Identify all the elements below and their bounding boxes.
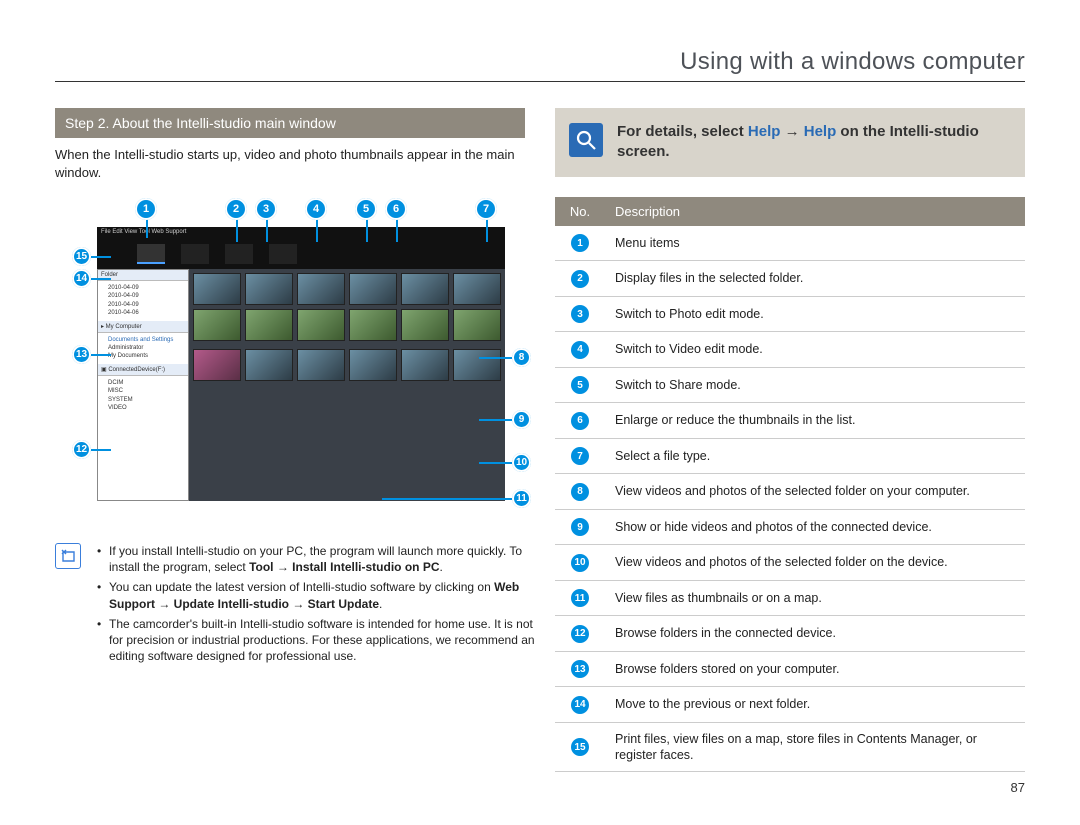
table-row: 9 Show or hide videos and photos of the c… [555,509,1025,545]
table-row: 1 Menu items [555,226,1025,261]
row-number-badge: 14 [571,696,589,714]
magnifier-icon [569,123,603,157]
callout-15: 15 [72,247,91,266]
row-description: Show or hide videos and photos of the co… [605,509,1025,545]
row-description: View videos and photos of the selected f… [605,545,1025,581]
callout-6: 6 [385,198,407,220]
row-number-badge: 13 [571,660,589,678]
row-description: Display files in the selected folder. [605,261,1025,297]
table-row: 11 View files as thumbnails or on a map. [555,580,1025,616]
row-number-badge: 1 [571,234,589,252]
row-number-badge: 12 [571,625,589,643]
app-thumbnail-area [189,269,505,501]
callout-2: 2 [225,198,247,220]
row-description: Select a file type. [605,438,1025,474]
row-description: Switch to Video edit mode. [605,332,1025,368]
table-row: 10 View videos and photos of the selected… [555,545,1025,581]
row-number-badge: 5 [571,376,589,394]
table-row: 13 Browse folders stored on your computer… [555,651,1025,687]
row-description: Switch to Photo edit mode. [605,296,1025,332]
row-number-badge: 7 [571,447,589,465]
row-number-badge: 11 [571,589,589,607]
page-number: 87 [555,780,1025,795]
row-number-badge: 10 [571,554,589,572]
row-description: Browse folders stored on your computer. [605,651,1025,687]
note-box: If you install Intelli-studio on your PC… [55,543,535,668]
row-number-badge: 4 [571,341,589,359]
table-row: 7 Select a file type. [555,438,1025,474]
intro-text: When the Intelli-studio starts up, video… [55,146,525,181]
row-description: View videos and photos of the selected f… [605,474,1025,510]
page-title: Using with a windows computer [55,48,1025,82]
table-row: 14 Move to the previous or next folder. [555,687,1025,723]
intelli-studio-figure: File Edit View Tool Web Support Folder 2… [77,195,522,525]
row-description: View files as thumbnails or on a map. [605,580,1025,616]
row-number-badge: 6 [571,412,589,430]
row-description: Menu items [605,226,1025,261]
note-item-1: If you install Intelli-studio on your PC… [97,543,535,575]
callout-5: 5 [355,198,377,220]
note-item-3: The camcorder's built-in Intelli-studio … [97,616,535,665]
row-description: Move to the previous or next folder. [605,687,1025,723]
app-screenshot: File Edit View Tool Web Support Folder 2… [97,227,505,501]
table-row: 6 Enlarge or reduce the thumbnails in the… [555,403,1025,439]
callout-10: 10 [512,453,531,472]
table-row: 3 Switch to Photo edit mode. [555,296,1025,332]
callout-9: 9 [512,410,531,429]
row-description: Enlarge or reduce the thumbnails in the … [605,403,1025,439]
row-number-badge: 9 [571,518,589,536]
table-row: 4 Switch to Video edit mode. [555,332,1025,368]
callout-3: 3 [255,198,277,220]
help-banner: For details, select Help → Help on the I… [555,108,1025,177]
row-description: Print files, view files on a map, store … [605,722,1025,772]
row-number-badge: 15 [571,738,589,756]
app-sidebar: Folder 2010-04-092010-04-092010-04-09201… [97,269,189,501]
callout-13: 13 [72,345,91,364]
table-head-desc: Description [605,197,1025,226]
note-icon [55,543,81,569]
row-description: Browse folders in the connected device. [605,616,1025,652]
callout-1: 1 [135,198,157,220]
help-link-2: Help [804,123,837,140]
callout-11: 11 [512,489,531,508]
note-item-2: You can update the latest version of Int… [97,579,535,611]
row-number-badge: 2 [571,270,589,288]
app-menu-bar: File Edit View Tool Web Support [97,227,505,239]
table-row: 5 Switch to Share mode. [555,367,1025,403]
callout-4: 4 [305,198,327,220]
callout-7: 7 [475,198,497,220]
callout-14: 14 [72,269,91,288]
callout-8: 8 [512,348,531,367]
table-row: 12 Browse folders in the connected device… [555,616,1025,652]
description-table: No. Description 1 Menu items 2 Display file… [555,197,1025,773]
row-number-badge: 8 [571,483,589,501]
help-link-1: Help [748,123,781,140]
table-row: 15 Print files, view files on a map, stor… [555,722,1025,772]
app-top-tabs [97,239,505,269]
step-heading: Step 2. About the Intelli-studio main wi… [55,108,525,138]
callout-12: 12 [72,440,91,459]
table-head-no: No. [555,197,605,226]
table-row: 2 Display files in the selected folder. [555,261,1025,297]
table-row: 8 View videos and photos of the selected … [555,474,1025,510]
row-number-badge: 3 [571,305,589,323]
row-description: Switch to Share mode. [605,367,1025,403]
